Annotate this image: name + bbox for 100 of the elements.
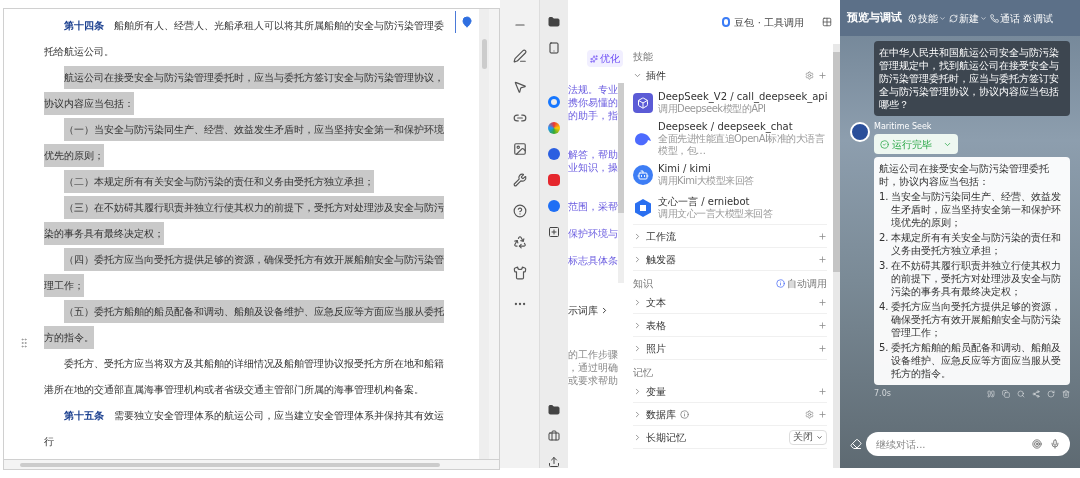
tablet-icon[interactable] [548, 42, 560, 54]
prompt-text: 保护环境与 [568, 227, 618, 240]
delete-icon[interactable] [1062, 390, 1070, 398]
answer-item: 当安全与防污染同生产、经营、效益发生矛盾时，应当坚持安全第一和保护环境优先的原则； [890, 190, 1062, 229]
document-paragraph: （四）委托方应当向受托方提供足够的资源，确保受托方有效开展船舶安全与防污染管理工作； [44, 247, 444, 299]
prompt-text: 范围，采帮 [568, 200, 618, 213]
drag-handle-icon[interactable] [18, 337, 30, 349]
app-icon[interactable] [548, 200, 560, 212]
bug-icon [1023, 13, 1032, 23]
copy-icon[interactable] [1002, 390, 1010, 398]
tools-icon[interactable] [512, 173, 527, 187]
shirt-icon[interactable] [512, 266, 527, 280]
folder-icon[interactable] [548, 404, 560, 416]
image-icon[interactable] [512, 142, 527, 156]
hexagon-logo-icon [633, 197, 653, 218]
app-icon[interactable] [548, 148, 560, 160]
caret-icon[interactable] [939, 14, 946, 22]
prompt-note: 的工作步骤 [568, 348, 619, 361]
list-number: 4. [879, 300, 889, 314]
document-paragraph: 第十五条 需要独立安全管理体系的航运公司，应当建立安全管理体系并保持其有效运行 [44, 409, 444, 449]
chat-input[interactable]: 继续对话... [866, 432, 1070, 456]
link-icon[interactable] [512, 111, 527, 125]
help-icon[interactable] [512, 204, 527, 218]
message-input[interactable]: 继续对话... [876, 436, 1024, 452]
logo-icon [722, 17, 731, 27]
answer-item: 在不妨碍其履行职责并独立行使其权力的前提下，受托方对处理涉及安全与防污染的事务具有最终决定权； [890, 259, 1062, 298]
header-action[interactable]: 通话 [1000, 10, 1020, 26]
prompt-text: 业知识，操 [568, 161, 618, 174]
quote-icon[interactable] [987, 390, 995, 398]
app-icon[interactable] [548, 122, 560, 134]
prompt-library-link[interactable]: 示词库 [568, 303, 598, 318]
search-icon[interactable] [1017, 390, 1025, 398]
plugin-name[interactable]: Deepseek / deepseek_chat [658, 120, 827, 133]
location-pin-icon[interactable] [460, 16, 473, 28]
folder-icon[interactable] [548, 16, 560, 28]
group-label: 长期记忆 [646, 430, 686, 445]
scrollbar[interactable] [833, 44, 840, 468]
prompt-text: 解答，帮助 [568, 148, 618, 161]
list-number: 1. [879, 190, 889, 204]
phone-icon [990, 13, 999, 23]
refresh-icon [949, 13, 958, 23]
answer-item: 委托方应当向受托方提供足够的资源，确保受托方有效开展船舶安全与防污染管理工作； [890, 300, 1062, 339]
plugin-name[interactable]: DeepSeek_V2 / call_deepseek_api [658, 90, 827, 103]
scrollbar[interactable] [618, 83, 624, 283]
group-label: 文本 [646, 295, 666, 310]
user-message: 在中华人民共和国航运公司安全与防污染管理规定中，找到航运公司在接受安全与防污染管理委托时，应当与委托方签订安全与防污染管理协议，协议内容应当包括哪些？ [874, 41, 1070, 116]
panel-title: 豆包 · 工具调用 [734, 15, 804, 30]
target-icon[interactable] [1032, 439, 1042, 449]
grid-icon[interactable] [822, 17, 832, 27]
header-action[interactable]: 技能 [918, 10, 938, 26]
answer-item: 本规定所有有关安全与防污染的责任和义务由受托方独立承担； [890, 231, 1062, 257]
document-paragraph: （五）委托方船舶的船员配备和调动、船舶及设备维护、应急反应等方面应当服从委托方的指令。 [44, 299, 444, 351]
auto-call-button[interactable]: 自动调用 [787, 275, 827, 291]
briefcase-icon[interactable] [548, 430, 560, 442]
chat-title: 预览与调试 [847, 9, 902, 26]
app-icon[interactable] [548, 96, 560, 108]
document-paragraph: 航运公司在接受安全与防污染管理委托时，应当与委托方签订安全与防污染管理协议，协议内容应当包括： [44, 65, 444, 117]
plugin-description: 全面先进性能直追OpenAI标准的大语言模型，包… [658, 133, 826, 157]
header-action[interactable]: 新建 [959, 10, 979, 26]
document-paragraph: （一）当安全与防污染同生产、经营、效益发生矛盾时，应当坚持安全第一和保护环境优先的原则； [44, 117, 444, 169]
group-label: 数据库 [646, 407, 676, 422]
robot-icon [633, 164, 653, 185]
add-icon[interactable] [548, 226, 560, 238]
settings-icon[interactable] [805, 70, 814, 80]
app-icon[interactable] [548, 174, 560, 186]
document-paragraph: 第十四条 船舶所有人、经营人、光船承租人可以将其所属船舶的安全与防污染管理委托给航运公司。 [44, 19, 444, 59]
header-action[interactable]: 调试 [1033, 10, 1053, 26]
pen-icon[interactable] [512, 49, 527, 63]
prompt-text: 法规。专业 [568, 83, 618, 96]
settings-icon[interactable] [805, 409, 814, 419]
list-number: 2. [879, 231, 889, 245]
brain-icon [908, 13, 917, 23]
list-number: 3. [879, 259, 889, 273]
plugin-name[interactable]: Kimi / kimi [658, 162, 754, 175]
horizontal-scrollbar[interactable] [3, 460, 500, 470]
section-heading: 技能 [633, 49, 653, 64]
prompt-text: 携你易懂的 [568, 96, 618, 109]
info-icon [680, 409, 689, 419]
plugin-description: 调用Kimi大模型来回答 [658, 175, 754, 187]
vertical-scrollbar[interactable] [479, 9, 489, 459]
upload-icon[interactable] [548, 456, 560, 468]
group-label: 插件 [646, 68, 666, 83]
group-label: 工作流 [646, 229, 676, 244]
check-circle-icon [880, 139, 889, 149]
caret-icon[interactable] [980, 14, 987, 22]
plugin-name[interactable]: 文心一言 / erniebot [658, 195, 772, 208]
prompt-note: 或要求帮助 [568, 374, 619, 387]
group-label: 照片 [646, 341, 666, 356]
pointer-icon[interactable] [512, 80, 527, 94]
recycle-icon[interactable] [512, 235, 527, 249]
retry-icon[interactable] [1047, 390, 1055, 398]
prompt-text: 的助手，指 [568, 109, 618, 122]
bot-name: Maritime Seek [874, 122, 933, 131]
chevron-right-icon[interactable] [600, 306, 609, 315]
list-number: 5. [879, 341, 889, 355]
mic-icon[interactable] [1050, 439, 1060, 449]
clear-icon[interactable] [850, 438, 862, 450]
answer-intro: 航运公司在接受安全与防污染管理委托时，协议内容应当包括： [879, 162, 1050, 188]
elapsed-time: 7.0s [874, 388, 891, 400]
share-icon[interactable] [1032, 390, 1040, 398]
